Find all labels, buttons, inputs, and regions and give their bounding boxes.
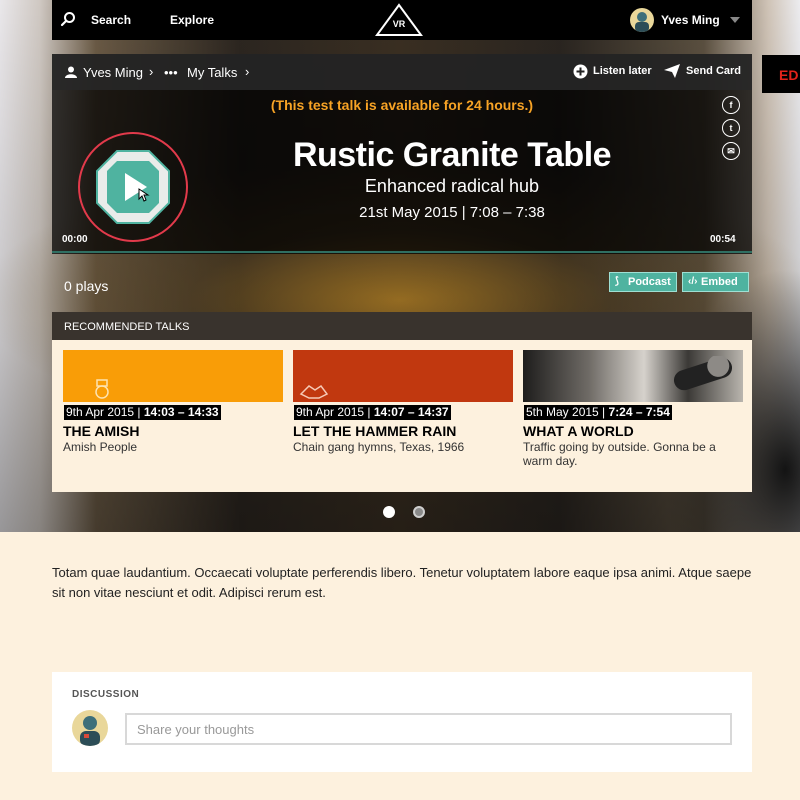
discussion-label: DISCUSSION — [72, 689, 140, 700]
embed-label: Embed — [701, 276, 738, 288]
facebook-icon[interactable]: f — [722, 96, 740, 114]
chevron-right-icon: › — [149, 64, 154, 79]
breadcrumb-user[interactable]: Yves Ming — [83, 65, 143, 80]
search-link[interactable]: Search — [91, 13, 131, 27]
rss-icon: ⟆ — [615, 276, 619, 287]
code-icon: ‹/› — [688, 276, 698, 287]
card-date: 9th Apr 2015 | 14:03 – 14:33 — [64, 405, 221, 420]
embed-button[interactable]: ‹/› Embed — [682, 272, 749, 292]
explore-link[interactable]: Explore — [170, 13, 214, 27]
talk-date: 21st May 2015 | 7:08 – 7:38 — [359, 204, 545, 221]
card-description: Traffic going by outside. Gonna be a war… — [523, 440, 716, 468]
discussion-panel: DISCUSSION — [52, 672, 752, 772]
microphone-icon — [673, 356, 733, 391]
logo-text: VR — [392, 19, 406, 29]
play-icon — [96, 150, 170, 224]
plus-circle-icon[interactable] — [573, 64, 588, 79]
plays-count: 0 plays — [64, 278, 109, 294]
card-title: THE AMISH — [63, 423, 140, 439]
talk-card[interactable]: 5th May 2015 | 7:24 – 7:54 WHAT A WORLD … — [523, 350, 743, 470]
card-date: 5th May 2015 | 7:24 – 7:54 — [524, 405, 672, 420]
user-avatar[interactable] — [630, 8, 654, 32]
talk-description: Totam quae laudantium. Occaecati volupta… — [52, 565, 752, 600]
twitter-icon[interactable]: t — [722, 119, 740, 137]
talk-card[interactable]: 9th Apr 2015 | 14:03 – 14:33 THE AMISH A… — [63, 350, 283, 470]
plays-bar: 0 plays ⟆ Podcast ‹/› Embed — [52, 268, 752, 300]
podcast-button[interactable]: ⟆ Podcast — [609, 272, 677, 292]
breadcrumb-more[interactable]: ••• — [164, 65, 178, 80]
search-icon[interactable] — [60, 11, 76, 27]
recommended-talks: RECOMMENDED TALKS 9th Apr 2015 | 14:03 –… — [52, 312, 752, 492]
card-image — [523, 350, 743, 402]
talk-subtitle: Enhanced radical hub — [364, 176, 540, 196]
talk-title: Rustic Granite Table — [292, 136, 612, 174]
player-panel: Yves Ming › ••• My Talks › Listen later … — [52, 54, 752, 254]
availability-notice: (This test talk is available for 24 hour… — [270, 97, 534, 113]
time-total: 00:54 — [710, 234, 736, 245]
card-title: WHAT A WORLD — [523, 423, 634, 439]
card-date: 9th Apr 2015 | 14:07 – 14:37 — [294, 405, 451, 420]
recommended-heading: RECOMMENDED TALKS — [52, 312, 752, 340]
amish-hat-icon — [95, 379, 109, 399]
chevron-down-icon[interactable] — [730, 17, 740, 23]
card-description: Chain gang hymns, Texas, 1966 — [293, 440, 465, 454]
card-title: LET THE HAMMER RAIN — [293, 423, 457, 439]
talk-card[interactable]: 9th Apr 2015 | 14:07 – 14:37 LET THE HAM… — [293, 350, 513, 470]
logo[interactable]: VR — [375, 3, 423, 37]
carousel-dot-active[interactable] — [383, 506, 395, 518]
user-icon — [65, 66, 77, 78]
send-card-button[interactable]: Send Card — [686, 65, 741, 77]
side-badge: ED — [762, 55, 800, 93]
podcast-label: Podcast — [628, 276, 671, 288]
handshake-icon — [299, 384, 329, 399]
time-elapsed: 00:00 — [62, 234, 88, 245]
card-image — [293, 350, 513, 402]
send-icon[interactable] — [664, 64, 680, 78]
breadcrumb-my-talks[interactable]: My Talks — [187, 65, 237, 80]
breadcrumb: Yves Ming › ••• My Talks › Listen later … — [52, 54, 752, 90]
email-icon[interactable]: ✉ — [722, 142, 740, 160]
carousel-dot[interactable] — [413, 506, 425, 518]
comment-input[interactable] — [125, 713, 732, 745]
avatar — [72, 710, 108, 746]
card-description: Amish People — [63, 440, 138, 454]
user-name[interactable]: Yves Ming — [661, 13, 720, 27]
progress-bar[interactable] — [52, 251, 752, 253]
play-button[interactable] — [78, 132, 188, 242]
chevron-right-icon: › — [245, 64, 250, 79]
listen-later-button[interactable]: Listen later — [593, 65, 652, 77]
card-image — [63, 350, 283, 402]
top-nav: Search Explore VR Yves Ming — [52, 0, 752, 40]
